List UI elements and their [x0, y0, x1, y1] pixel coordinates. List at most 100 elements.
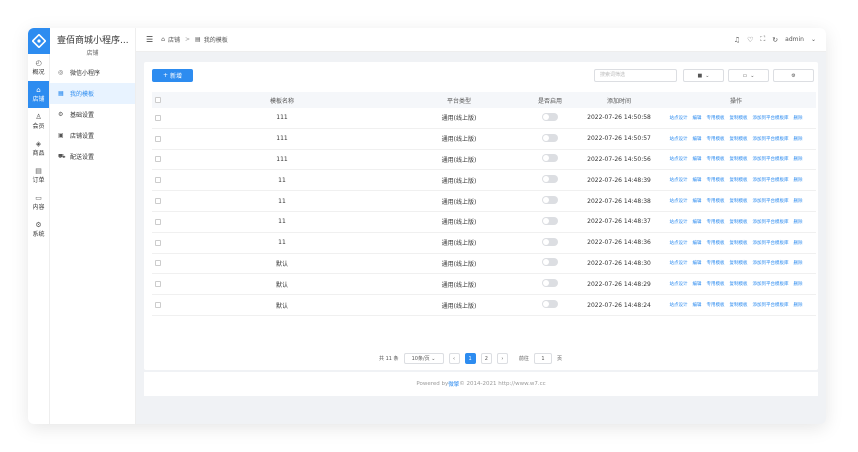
row-checkbox[interactable]	[155, 198, 161, 205]
add-to-library-link[interactable]: 添加到平台模板库	[753, 281, 789, 287]
delete-link[interactable]: 删除	[794, 219, 803, 225]
delete-link[interactable]: 删除	[794, 260, 803, 266]
dedicated-template-link[interactable]: 专用模板	[707, 198, 725, 204]
row-checkbox[interactable]	[155, 239, 161, 246]
design-link[interactable]: 站点设计	[670, 156, 688, 162]
next-page-button[interactable]: ›	[496, 353, 508, 364]
edit-link[interactable]: 编辑	[693, 281, 702, 287]
design-link[interactable]: 站点设计	[670, 136, 688, 142]
add-to-library-link[interactable]: 添加到平台模板库	[753, 260, 789, 266]
select-all-checkbox[interactable]	[155, 97, 161, 103]
goto-input[interactable]: 1	[533, 353, 552, 364]
add-to-library-link[interactable]: 添加到平台模板库	[753, 302, 789, 308]
dedicated-template-link[interactable]: 专用模板	[707, 136, 725, 142]
delete-link[interactable]: 删除	[794, 281, 803, 287]
design-link[interactable]: 站点设计	[670, 240, 688, 246]
row-checkbox[interactable]	[155, 135, 161, 142]
subnav-item-templates[interactable]: ▦ 我的模板	[50, 83, 135, 104]
enable-toggle[interactable]	[542, 300, 558, 309]
row-checkbox[interactable]	[155, 156, 161, 163]
copy-template-link[interactable]: 复制模板	[730, 260, 748, 266]
edit-link[interactable]: 编辑	[693, 136, 702, 142]
enable-toggle[interactable]	[542, 216, 558, 225]
delete-link[interactable]: 删除	[794, 156, 803, 162]
dedicated-template-link[interactable]: 专用模板	[707, 219, 725, 225]
view-select[interactable]: ■ ⌄	[683, 69, 724, 82]
edit-link[interactable]: 编辑	[693, 219, 702, 225]
dedicated-template-link[interactable]: 专用模板	[707, 240, 725, 246]
enable-toggle[interactable]	[542, 112, 558, 121]
add-template-button[interactable]: + 新增	[152, 69, 193, 82]
subnav-item-delivery[interactable]: ⛟ 配送设置	[50, 146, 135, 167]
dedicated-template-link[interactable]: 专用模板	[707, 156, 725, 162]
subnav-item-shop-settings[interactable]: ▣ 店铺设置	[50, 125, 135, 146]
subnav-item-basic[interactable]: ⚙ 基础设置	[50, 104, 135, 125]
design-link[interactable]: 站点设计	[670, 115, 688, 121]
nav-item-order[interactable]: ▤ 订单	[28, 162, 49, 189]
design-link[interactable]: 站点设计	[670, 281, 688, 287]
settings-button[interactable]: ⚙	[773, 69, 814, 82]
enable-toggle[interactable]	[542, 133, 558, 142]
subnav-item-wechat[interactable]: ◎ 微信小程序	[50, 62, 135, 83]
row-checkbox[interactable]	[155, 302, 161, 309]
search-input[interactable]: 搜索词筛选	[594, 69, 677, 82]
copy-template-link[interactable]: 复制模板	[730, 219, 748, 225]
dedicated-template-link[interactable]: 专用模板	[707, 115, 725, 121]
row-checkbox[interactable]	[155, 114, 161, 121]
dedicated-template-link[interactable]: 专用模板	[707, 177, 725, 183]
edit-link[interactable]: 编辑	[693, 302, 702, 308]
fullscreen-icon[interactable]: ⛶	[760, 35, 765, 44]
design-link[interactable]: 站点设计	[670, 260, 688, 266]
copy-template-link[interactable]: 复制模板	[730, 115, 748, 121]
delete-link[interactable]: 删除	[794, 302, 803, 308]
dedicated-template-link[interactable]: 专用模板	[707, 302, 725, 308]
design-link[interactable]: 站点设计	[670, 177, 688, 183]
add-to-library-link[interactable]: 添加到平台模板库	[753, 177, 789, 183]
copy-template-link[interactable]: 复制模板	[730, 136, 748, 142]
page-size-select[interactable]: 10条/页 ⌄	[403, 353, 444, 364]
nav-item-system[interactable]: ⚙ 系统	[28, 216, 49, 243]
row-checkbox[interactable]	[155, 281, 161, 288]
row-checkbox[interactable]	[155, 218, 161, 225]
prev-page-button[interactable]: ‹	[448, 353, 460, 364]
copy-template-link[interactable]: 复制模板	[730, 177, 748, 183]
row-checkbox[interactable]	[155, 177, 161, 184]
refresh-icon[interactable]: ↻	[772, 36, 778, 44]
nav-item-content[interactable]: ▭ 内容	[28, 189, 49, 216]
dedicated-template-link[interactable]: 专用模板	[707, 260, 725, 266]
enable-toggle[interactable]	[542, 196, 558, 205]
enable-toggle[interactable]	[542, 154, 558, 163]
nav-item-goods[interactable]: ◈ 商品	[28, 135, 49, 162]
edit-link[interactable]: 编辑	[693, 198, 702, 204]
nav-item-member[interactable]: ♙ 会员	[28, 108, 49, 135]
design-link[interactable]: 站点设计	[670, 302, 688, 308]
add-to-library-link[interactable]: 添加到平台模板库	[753, 240, 789, 246]
app-logo[interactable]	[28, 28, 50, 54]
user-name[interactable]: admin	[785, 36, 804, 43]
edit-link[interactable]: 编辑	[693, 177, 702, 183]
enable-toggle[interactable]	[542, 237, 558, 246]
copy-template-link[interactable]: 复制模板	[730, 240, 748, 246]
footer-brand[interactable]: 微擎	[448, 380, 459, 388]
copy-template-link[interactable]: 复制模板	[730, 156, 748, 162]
delete-link[interactable]: 删除	[794, 136, 803, 142]
add-to-library-link[interactable]: 添加到平台模板库	[753, 136, 789, 142]
folder-select[interactable]: ▭ ⌄	[728, 69, 769, 82]
shirt-icon[interactable]: ♡	[747, 36, 753, 44]
edit-link[interactable]: 编辑	[693, 240, 702, 246]
copy-template-link[interactable]: 复制模板	[730, 302, 748, 308]
edit-link[interactable]: 编辑	[693, 156, 702, 162]
dedicated-template-link[interactable]: 专用模板	[707, 281, 725, 287]
add-to-library-link[interactable]: 添加到平台模板库	[753, 198, 789, 204]
delete-link[interactable]: 删除	[794, 240, 803, 246]
page-1[interactable]: 1	[464, 353, 476, 364]
menu-toggle-icon[interactable]: ☰	[146, 35, 153, 44]
enable-toggle[interactable]	[542, 258, 558, 267]
copy-template-link[interactable]: 复制模板	[730, 281, 748, 287]
add-to-library-link[interactable]: 添加到平台模板库	[753, 156, 789, 162]
edit-link[interactable]: 编辑	[693, 115, 702, 121]
row-checkbox[interactable]	[155, 260, 161, 267]
nav-item-store[interactable]: ⌂ 店铺	[28, 81, 49, 108]
enable-toggle[interactable]	[542, 175, 558, 184]
nav-item-overview[interactable]: ◴ 概况	[28, 54, 49, 81]
